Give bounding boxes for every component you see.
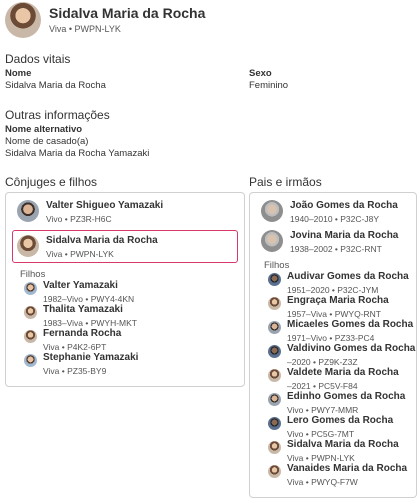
father-avatar bbox=[261, 200, 283, 222]
siblings-label: Filhos bbox=[264, 260, 290, 271]
child-meta: Viva • PZ35-BY9 bbox=[43, 366, 107, 376]
vitals-sex-label: Sexo bbox=[249, 68, 272, 79]
child-name[interactable]: Stephanie Yamazaki bbox=[43, 352, 138, 363]
sibling-meta: –2020 • PZ9K-Z3Z bbox=[287, 357, 358, 367]
sibling-name[interactable]: Lero Gomes da Rocha bbox=[287, 415, 393, 426]
sibling-avatar bbox=[268, 441, 281, 454]
sibling-name[interactable]: Valdivino Gomes da Rocha bbox=[287, 343, 415, 354]
sibling-avatar bbox=[268, 369, 281, 382]
parents-heading: Pais e irmãos bbox=[249, 175, 322, 189]
spouse-avatar bbox=[17, 200, 39, 222]
mother-avatar bbox=[261, 230, 283, 252]
spouse-meta: Vivo • PZ3R-H6C bbox=[46, 214, 112, 224]
sibling-avatar bbox=[268, 393, 281, 406]
spouse-name[interactable]: Valter Shigueo Yamazaki bbox=[46, 200, 163, 211]
child-meta: 1983–Viva • PWYH-MKT bbox=[43, 318, 137, 328]
sibling-avatar bbox=[268, 273, 281, 286]
child-avatar bbox=[24, 306, 37, 319]
child-meta: Viva • P4K2-6PT bbox=[43, 342, 107, 352]
self-name: Sidalva Maria da Rocha bbox=[46, 235, 158, 246]
other-heading: Outras informações bbox=[5, 108, 110, 122]
sibling-name[interactable]: Sidalva Maria da Rocha bbox=[287, 439, 399, 450]
sibling-meta: 1957–Viva • PWYQ-RNT bbox=[287, 309, 381, 319]
self-avatar bbox=[17, 235, 39, 257]
child-avatar bbox=[24, 330, 37, 343]
person-status: Viva • PWPN-LYK bbox=[49, 24, 121, 34]
child-name[interactable]: Valter Yamazaki bbox=[43, 280, 118, 291]
selected-person-box[interactable]: Sidalva Maria da Rocha Viva • PWPN-LYK bbox=[12, 230, 238, 263]
sibling-name[interactable]: Vanaides Maria da Rocha bbox=[287, 463, 407, 474]
child-name[interactable]: Fernanda Rocha bbox=[43, 328, 121, 339]
sibling-meta: Vivo • PWY7-MMR bbox=[287, 405, 359, 415]
sibling-name[interactable]: Engraça Maria Rocha bbox=[287, 295, 389, 306]
alt-name-value: Sidalva Maria da Rocha Yamazaki bbox=[5, 148, 150, 159]
mother-meta: 1938–2002 • P32C-RNT bbox=[290, 244, 382, 254]
sibling-name[interactable]: Audivar Gomes da Rocha bbox=[287, 271, 409, 282]
sibling-meta: 1951–2020 • P32C-JYM bbox=[287, 285, 379, 295]
sibling-avatar bbox=[268, 297, 281, 310]
spouses-heading: Cônjuges e filhos bbox=[5, 175, 98, 189]
vitals-heading: Dados vitais bbox=[5, 52, 71, 66]
child-meta: 1982–Vivo • PWY4-4KN bbox=[43, 294, 135, 304]
sibling-avatar bbox=[268, 321, 281, 334]
sibling-meta: –2021 • PC5V-F84 bbox=[287, 381, 358, 391]
mother-name[interactable]: Jovina Maria da Rocha bbox=[290, 230, 398, 241]
spouses-card: Valter Shigueo Yamazaki Vivo • PZ3R-H6C … bbox=[5, 192, 245, 387]
sibling-meta: Viva • PWYQ-F7W bbox=[287, 477, 358, 487]
parents-card: João Gomes da Rocha 1940–2010 • P32C-J8Y… bbox=[249, 192, 417, 498]
sibling-name[interactable]: Micaeles Gomes da Rocha bbox=[287, 319, 413, 330]
father-name[interactable]: João Gomes da Rocha bbox=[290, 200, 398, 211]
alt-name-type: Nome de casado(a) bbox=[5, 136, 89, 147]
father-meta: 1940–2010 • P32C-J8Y bbox=[290, 214, 379, 224]
spouse-children-label: Filhos bbox=[20, 269, 46, 280]
sibling-avatar bbox=[268, 345, 281, 358]
child-name[interactable]: Thalita Yamazaki bbox=[43, 304, 123, 315]
alt-name-label: Nome alternativo bbox=[5, 124, 83, 135]
child-avatar bbox=[24, 282, 37, 295]
profile-avatar bbox=[5, 2, 41, 38]
sibling-name[interactable]: Edinho Gomes da Rocha bbox=[287, 391, 405, 402]
sibling-meta: 1971–Vivo • PZ33-PC4 bbox=[287, 333, 375, 343]
sibling-name[interactable]: Valdete Maria da Rocha bbox=[287, 367, 399, 378]
sibling-meta: Viva • PWPN-LYK bbox=[287, 453, 355, 463]
sibling-meta: Vivo • PC5G-7MT bbox=[287, 429, 355, 439]
self-meta: Viva • PWPN-LYK bbox=[46, 249, 114, 259]
child-avatar bbox=[24, 354, 37, 367]
sibling-avatar bbox=[268, 417, 281, 430]
vitals-sex-value: Feminino bbox=[249, 80, 289, 91]
vitals-name-label: Nome bbox=[5, 68, 32, 79]
vitals-name-value: Sidalva Maria da Rocha bbox=[5, 80, 106, 91]
sibling-avatar bbox=[268, 465, 281, 478]
person-name: Sidalva Maria da Rocha bbox=[49, 5, 206, 21]
